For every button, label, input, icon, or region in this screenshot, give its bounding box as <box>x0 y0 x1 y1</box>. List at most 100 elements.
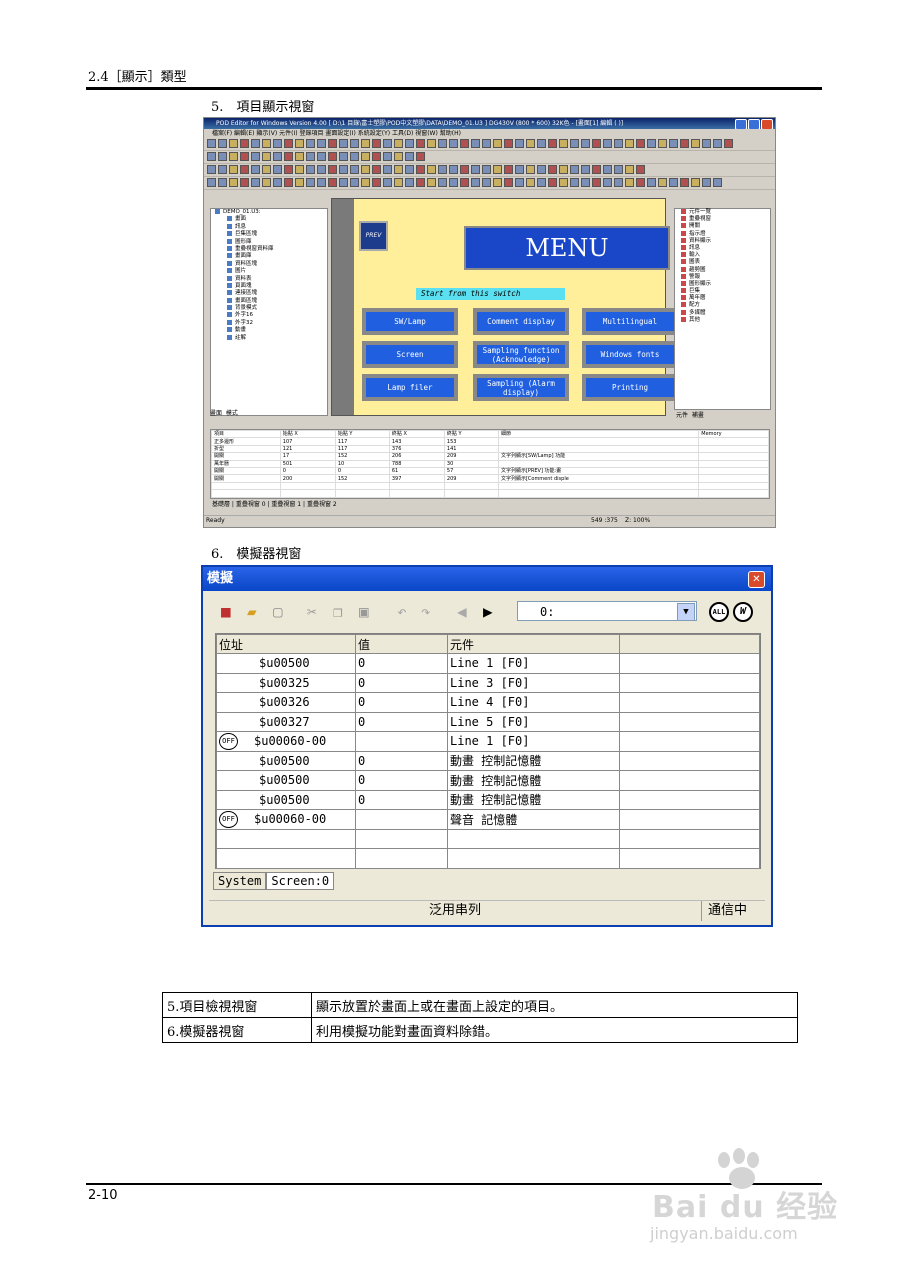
tree-item[interactable]: 連接區塊 <box>211 290 327 297</box>
redo-icon[interactable]: ↷ <box>421 603 431 621</box>
editor-toolbar-1[interactable] <box>204 138 775 151</box>
screen-canvas[interactable]: PREV MENU Start from this switch SW/Lamp… <box>331 198 678 416</box>
tree-item[interactable]: 圖形庫 <box>211 239 327 246</box>
tree-item[interactable]: DEMO_01.U3: <box>211 209 327 216</box>
switch-windows-fonts[interactable]: Windows fonts <box>582 341 678 368</box>
tree-item[interactable]: 畫面 <box>211 216 327 223</box>
grid-header-cell[interactable]: 始點 Y <box>334 429 390 439</box>
chevron-down-icon[interactable]: ▼ <box>677 603 695 621</box>
table-row[interactable]: OFF $u00060-00 聲音 記憶體 <box>216 809 760 830</box>
address-select[interactable]: 0: ▼ <box>517 601 697 621</box>
item-view-grid[interactable]: 項目 始點 X 始點 Y 終點 X 終點 Y 細節 Memory 正多邊形 107 117 143… <box>210 429 770 499</box>
copy-icon[interactable]: ❐ <box>333 603 343 621</box>
grid-header-cell[interactable]: 始點 X <box>279 429 336 439</box>
editor-toolbar-2[interactable] <box>204 151 775 164</box>
export-icon[interactable]: ■ <box>221 603 231 621</box>
component-tree-item[interactable]: 其他 <box>675 317 770 324</box>
tab-screen-0[interactable]: Screen:0 <box>266 872 335 890</box>
component-tree-item[interactable]: 指示燈 <box>675 231 770 238</box>
close-icon[interactable]: ✕ <box>748 571 765 588</box>
column-address[interactable]: 位址 <box>216 634 356 654</box>
switch-sampling-alarm[interactable]: Sampling (Alarm display) <box>473 374 569 401</box>
grid-header-cell[interactable]: Memory <box>698 429 769 439</box>
table-row[interactable]: $u00325 0 Line 3 [F0] <box>216 672 760 693</box>
component-tree-item[interactable]: 趨勢圖 <box>675 267 770 274</box>
component-tree-item[interactable]: 資料顯示 <box>675 238 770 245</box>
table-row[interactable]: $u00500 0 動畫 控制記憶體 <box>216 750 760 771</box>
simulator-grid[interactable]: 位址 值 元件 $u00500 0 Line 1 [F0] $u00325 0 Line … <box>215 633 761 869</box>
table-row[interactable]: $u00500 0 動畫 控制記憶體 <box>216 770 760 791</box>
tree-item[interactable]: 畫面庫 <box>211 253 327 260</box>
undo-icon[interactable]: ↶ <box>397 603 407 621</box>
column-item[interactable]: 元件 <box>447 634 620 654</box>
grid-header-cell[interactable]: 終點 X <box>388 429 445 439</box>
maximize-icon[interactable] <box>748 119 760 129</box>
grid-header-cell[interactable]: 細節 <box>497 429 700 439</box>
save-icon[interactable]: ▢ <box>273 603 283 621</box>
grid-row[interactable]: 開關 17 152 206 209 文字列顯示[SW/Lamp] 功能 <box>211 452 769 461</box>
tree-item[interactable]: 訊息 <box>211 224 327 231</box>
minimize-icon[interactable] <box>735 119 747 129</box>
tab-mode[interactable]: 模式 <box>226 410 238 417</box>
column-extra[interactable] <box>619 634 760 654</box>
tab-screen[interactable]: 畫面 <box>210 410 222 417</box>
tree-item[interactable]: 畫面區塊 <box>211 298 327 305</box>
switch-printing[interactable]: Printing <box>582 374 678 401</box>
open-folder-icon[interactable]: ▰ <box>247 603 257 621</box>
tree-item[interactable]: 外字32 <box>211 320 327 327</box>
component-tree-item[interactable]: 多媒體 <box>675 310 770 317</box>
w-button[interactable]: W <box>733 602 753 622</box>
prev-button[interactable]: PREV <box>359 221 388 251</box>
component-tree-item[interactable]: 配方 <box>675 302 770 309</box>
table-row[interactable]: $u00327 0 Line 5 [F0] <box>216 711 760 732</box>
paste-icon[interactable]: ▣ <box>359 603 369 621</box>
switch-lamp-filer[interactable]: Lamp filer <box>362 374 458 401</box>
back-icon[interactable]: ◀ <box>457 603 467 621</box>
tree-item[interactable]: 頁面塊 <box>211 283 327 290</box>
table-row[interactable]: $u00500 0 動畫 控制記憶體 <box>216 789 760 810</box>
cut-icon[interactable]: ✂ <box>307 603 317 621</box>
tree-item[interactable]: 外字16 <box>211 312 327 319</box>
table-row[interactable]: $u00326 0 Line 4 [F0] <box>216 692 760 713</box>
switch-comment-display[interactable]: Comment display <box>473 308 569 335</box>
switch-sw-lamp[interactable]: SW/Lamp <box>362 308 458 335</box>
tree-item[interactable]: 背景模式 <box>211 305 327 312</box>
tree-item[interactable]: 重疊視窗資料庫 <box>211 246 327 253</box>
all-button[interactable]: ALL <box>709 602 729 622</box>
component-tree-item[interactable]: 警報 <box>675 274 770 281</box>
editor-toolbar-4[interactable] <box>204 177 775 190</box>
tree-item[interactable]: 動畫 <box>211 327 327 334</box>
tree-item[interactable]: 註解 <box>211 335 327 342</box>
tree-item[interactable]: 資料區塊 <box>211 261 327 268</box>
grid-header-cell[interactable]: 終點 Y <box>443 429 499 439</box>
grid-row[interactable]: 開關 0 0 61 57 文字列顯示[PREV] 功能:畫 <box>211 466 769 476</box>
tree-tabs[interactable]: 畫面 模式 <box>210 408 238 418</box>
tab-components[interactable]: 元件 <box>676 412 688 419</box>
grid-header-cell[interactable]: 項目 <box>211 429 281 439</box>
forward-icon[interactable]: ▶ <box>483 603 493 621</box>
column-value[interactable]: 值 <box>355 634 448 654</box>
tree-item[interactable]: 資料表 <box>211 276 327 283</box>
component-tree-item[interactable]: 開關 <box>675 223 770 230</box>
project-tree[interactable]: DEMO_01.U3: 畫面 訊息 巨集區塊 圖形庫 重疊視窗資料庫 畫面庫 資料區塊 圖片 資料… <box>210 208 328 416</box>
editor-menu-bar[interactable]: 檔案(F) 編輯(E) 顯示(V) 元件(I) 登錄項目 畫面設定(I) 系統設… <box>204 129 775 138</box>
close-icon[interactable] <box>761 119 773 129</box>
grid-tabs[interactable]: 基礎層 | 重疊視窗 0 | 重疊視窗 1 | 重疊視窗 2 <box>212 499 337 508</box>
editor-toolbar-3[interactable] <box>204 164 775 177</box>
grid-row[interactable]: 正多邊形 107 117 143 153 <box>211 437 769 446</box>
switch-sampling-function[interactable]: Sampling function (Acknowledge) <box>473 341 569 368</box>
grid-row[interactable]: 萬年曆 501 10 788 30 <box>211 459 769 468</box>
table-row[interactable]: $u00500 0 Line 1 [F0] <box>216 653 760 674</box>
component-tree-item[interactable]: 圖形顯示 <box>675 281 770 288</box>
tab-fill[interactable]: 補畫 <box>692 412 704 419</box>
switch-multilingual[interactable]: Multilingual <box>582 308 678 335</box>
component-tree[interactable]: 元件一覽 重疊視窗 開關 指示燈 資料顯示 訊息 輸入 圖表 趨勢圖 警報 圖形顯示 巨集 萬年曆 配方多… <box>674 208 771 410</box>
grid-row[interactable]: 折型 121 117 376 141 <box>211 444 769 454</box>
component-tree-item[interactable]: 圖表 <box>675 259 770 266</box>
tree-item[interactable]: 圖片 <box>211 268 327 275</box>
grid-row[interactable]: 開關 200 152 397 209 文字列顯示[Comment disple <box>211 474 769 483</box>
tree-item[interactable]: 巨集區塊 <box>211 231 327 238</box>
switch-screen[interactable]: Screen <box>362 341 458 368</box>
table-row[interactable]: OFF $u00060-00 Line 1 [F0] <box>216 731 760 752</box>
component-tabs[interactable]: 元件 補畫 <box>676 410 704 419</box>
